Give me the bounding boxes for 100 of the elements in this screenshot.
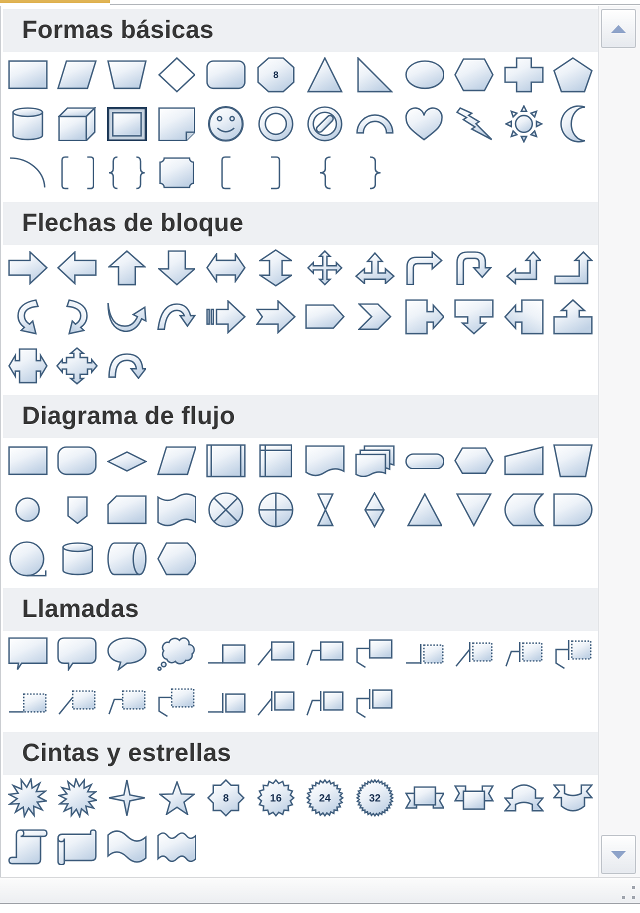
- parallelogram-icon[interactable]: [57, 60, 98, 90]
- circular-arrow-icon[interactable]: [108, 352, 146, 380]
- curved-ribbon-icon[interactable]: [553, 784, 594, 812]
- document-shape-icon[interactable]: [305, 445, 346, 477]
- folded-corner-icon[interactable]: [158, 106, 196, 142]
- up-down-arrow-icon[interactable]: [258, 249, 292, 287]
- striped-right-arrow-icon[interactable]: [206, 300, 246, 334]
- concave-shape-icon[interactable]: [504, 493, 544, 527]
- four-way-arrow-icon[interactable]: [307, 250, 344, 286]
- triangle-icon[interactable]: [406, 493, 442, 527]
- vertical-scroll-icon[interactable]: [8, 829, 48, 865]
- right-triangle-icon[interactable]: [357, 57, 393, 93]
- pentagon-icon[interactable]: [553, 57, 594, 93]
- left-right-arrow-icon[interactable]: [206, 253, 246, 283]
- circle-with-tail-icon[interactable]: [8, 541, 47, 577]
- dotted-line-callout-icon[interactable]: [58, 690, 96, 716]
- rectangle-icon[interactable]: [8, 446, 48, 476]
- accent-line-callout-icon[interactable]: [554, 638, 592, 670]
- right-bracket-icon[interactable]: [270, 156, 281, 190]
- accent-border-callout-icon[interactable]: [306, 690, 344, 716]
- four-way-arrow-callout-icon[interactable]: [56, 347, 98, 385]
- diamond-icon[interactable]: [158, 57, 196, 93]
- rounded-speech-bubble-icon[interactable]: [57, 637, 98, 671]
- double-wave-icon[interactable]: [156, 832, 196, 862]
- left-arrow-icon[interactable]: [57, 251, 98, 285]
- hexagon-icon[interactable]: [454, 58, 494, 92]
- smiley-face-icon[interactable]: [208, 106, 244, 142]
- line-callout-icon[interactable]: [306, 641, 344, 667]
- capsule-icon[interactable]: [404, 452, 444, 470]
- down-arrow-icon[interactable]: [158, 250, 196, 286]
- trapezoid-icon[interactable]: [107, 60, 147, 90]
- clipped-card-icon[interactable]: [107, 495, 147, 525]
- cylinder-icon[interactable]: [62, 542, 94, 576]
- trapezoid-icon[interactable]: [553, 444, 594, 478]
- dotted-line-callout-icon[interactable]: [158, 688, 195, 718]
- horizontal-cylinder-icon[interactable]: [107, 542, 147, 576]
- sixteen-point-star-icon[interactable]: 16: [256, 779, 295, 817]
- three-way-arrow-icon[interactable]: [354, 252, 395, 284]
- bracket-pair-icon[interactable]: [60, 156, 94, 190]
- chevron-icon[interactable]: [358, 303, 392, 331]
- no-symbol-icon[interactable]: [307, 106, 344, 142]
- notched-right-arrow-icon[interactable]: [256, 300, 296, 334]
- bent-up-arrow-icon[interactable]: [554, 251, 593, 285]
- small-circle-icon[interactable]: [15, 497, 40, 523]
- triangle-icon[interactable]: [307, 57, 344, 93]
- u-turn-arrow-icon[interactable]: [456, 250, 492, 286]
- pentagon-tag-icon[interactable]: [66, 496, 88, 524]
- twenty-four-point-star-icon[interactable]: 24: [306, 779, 344, 817]
- flat-hexagon-icon[interactable]: [454, 447, 494, 475]
- resize-grip-icon[interactable]: [622, 886, 635, 899]
- curved-down-arrow-icon[interactable]: [157, 303, 196, 331]
- circle-with-x-icon[interactable]: [208, 492, 244, 528]
- plaque-icon[interactable]: [158, 157, 194, 189]
- oval-icon[interactable]: [404, 60, 444, 90]
- dotted-line-callout-icon[interactable]: [108, 690, 146, 716]
- right-arrow-callout-icon[interactable]: [404, 299, 444, 335]
- accent-line-callout-icon[interactable]: [405, 642, 444, 666]
- right-brace-icon[interactable]: [368, 156, 382, 190]
- accent-line-callout-icon[interactable]: [504, 640, 543, 668]
- line-callout-icon[interactable]: [206, 644, 246, 664]
- parallelogram-icon[interactable]: [156, 446, 196, 476]
- speech-bubble-icon[interactable]: [8, 637, 48, 671]
- ribbon-icon[interactable]: [454, 785, 494, 811]
- block-arc-icon[interactable]: [356, 114, 394, 134]
- stacked-documents-icon[interactable]: [354, 444, 395, 478]
- display-shape-icon[interactable]: [156, 542, 196, 576]
- pentagon-arrow-icon[interactable]: [305, 304, 346, 330]
- brace-pair-icon[interactable]: [108, 156, 146, 190]
- bevel-frame-icon[interactable]: [107, 106, 147, 142]
- hourglass-icon[interactable]: [316, 493, 334, 527]
- line-callout-icon[interactable]: [356, 639, 394, 669]
- thought-cloud-icon[interactable]: [157, 636, 196, 672]
- cube-icon[interactable]: [58, 106, 96, 142]
- ring-icon[interactable]: [258, 106, 294, 142]
- framed-rectangle-icon[interactable]: [206, 444, 246, 478]
- left-up-arrow-icon[interactable]: [506, 251, 542, 285]
- explosion-icon[interactable]: [58, 778, 98, 818]
- explosion-icon[interactable]: [8, 778, 48, 818]
- diamond-with-line-icon[interactable]: [364, 492, 386, 528]
- five-point-star-icon[interactable]: [158, 780, 195, 816]
- arc-line-icon[interactable]: [9, 157, 46, 189]
- accent-border-callout-icon[interactable]: [256, 690, 295, 716]
- rectangle-icon[interactable]: [8, 60, 48, 90]
- down-arrow-callout-icon[interactable]: [454, 299, 494, 335]
- curved-left-arrow-icon[interactable]: [66, 299, 88, 335]
- accent-border-callout-icon[interactable]: [356, 688, 394, 718]
- left-brace-icon[interactable]: [318, 156, 332, 190]
- rounded-rectangle-icon[interactable]: [206, 60, 246, 90]
- left-arrow-callout-icon[interactable]: [504, 299, 544, 335]
- eight-point-star-icon[interactable]: 8: [207, 779, 246, 817]
- curved-ribbon-icon[interactable]: [504, 784, 544, 812]
- rounded-rectangle-icon[interactable]: [57, 446, 98, 476]
- oval-speech-bubble-icon[interactable]: [107, 637, 147, 671]
- octagon-icon[interactable]: 8: [256, 57, 295, 93]
- line-callout-icon[interactable]: [256, 641, 295, 667]
- plus-cross-icon[interactable]: [504, 57, 544, 93]
- curved-up-arrow-icon[interactable]: [107, 302, 147, 332]
- bent-arrow-icon[interactable]: [406, 250, 443, 286]
- heart-icon[interactable]: [405, 107, 444, 141]
- flat-diamond-icon[interactable]: [107, 450, 147, 472]
